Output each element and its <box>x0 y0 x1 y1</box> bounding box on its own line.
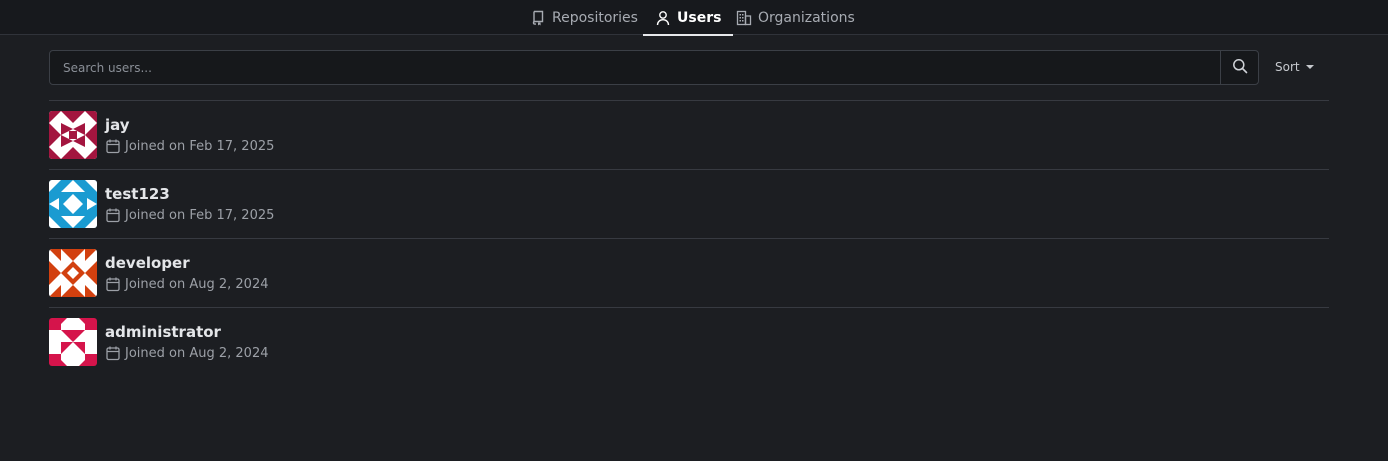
join-date-text: Joined on Feb 17, 2025 <box>125 138 275 154</box>
search-bar <box>49 50 1259 85</box>
join-date: Joined on Aug 2, 2024 <box>105 345 268 361</box>
tab-label: Organizations <box>758 9 855 26</box>
list-item: jay Joined on Feb 17, 2025 <box>49 101 1329 170</box>
join-date: Joined on Feb 17, 2025 <box>105 207 274 223</box>
user-name[interactable]: developer <box>105 254 190 272</box>
user-list: jay Joined on Feb 17, 2025 test123 Joine… <box>49 100 1329 377</box>
calendar-icon <box>105 345 121 361</box>
calendar-icon <box>105 276 121 292</box>
chevron-down-icon <box>1305 65 1314 69</box>
search-icon <box>1232 58 1248 78</box>
avatar[interactable] <box>49 318 97 366</box>
join-date: Joined on Aug 2, 2024 <box>105 276 268 292</box>
tab-users[interactable]: Users <box>642 0 734 36</box>
user-name[interactable]: jay <box>105 116 130 134</box>
list-item: test123 Joined on Feb 17, 2025 <box>49 170 1329 239</box>
avatar[interactable] <box>49 111 97 159</box>
sort-label: Sort <box>1275 60 1300 74</box>
user-name[interactable]: test123 <box>105 185 170 203</box>
tab-organizations[interactable]: Organizations <box>736 0 855 35</box>
person-icon <box>655 10 671 26</box>
join-date-text: Joined on Aug 2, 2024 <box>125 345 269 361</box>
repo-icon <box>530 10 546 26</box>
search-button[interactable] <box>1220 51 1258 84</box>
top-navigation: Repositories Users Organizations <box>0 0 1388 36</box>
calendar-icon <box>105 207 121 223</box>
search-input[interactable] <box>50 51 1220 84</box>
organization-icon <box>736 10 752 26</box>
user-name[interactable]: administrator <box>105 323 221 341</box>
list-item: developer Joined on Aug 2, 2024 <box>49 239 1329 308</box>
tab-repositories[interactable]: Repositories <box>530 0 638 35</box>
avatar[interactable] <box>49 249 97 297</box>
tab-label: Repositories <box>552 9 638 26</box>
join-date-text: Joined on Aug 2, 2024 <box>125 276 269 292</box>
join-date: Joined on Feb 17, 2025 <box>105 138 274 154</box>
join-date-text: Joined on Feb 17, 2025 <box>125 207 275 223</box>
sort-dropdown[interactable]: Sort <box>1275 60 1314 74</box>
calendar-icon <box>105 138 121 154</box>
tab-label: Users <box>677 9 722 26</box>
avatar[interactable] <box>49 180 97 228</box>
list-item: administrator Joined on Aug 2, 2024 <box>49 308 1329 377</box>
